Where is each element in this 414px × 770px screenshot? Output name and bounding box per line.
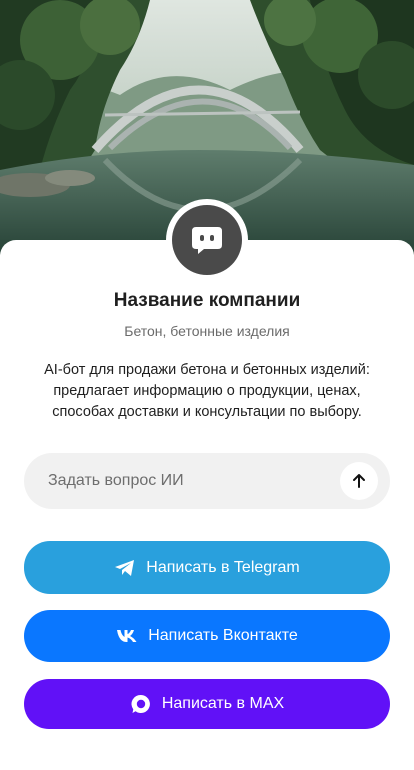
send-button[interactable] — [340, 462, 378, 500]
write-telegram-button[interactable]: Написать в Telegram — [24, 541, 390, 594]
avatar — [166, 199, 248, 281]
ask-ai-box — [24, 453, 390, 509]
telegram-icon — [114, 559, 136, 577]
company-name: Название компании — [113, 290, 301, 311]
write-vk-button[interactable]: Написать Вконтакте — [24, 610, 390, 662]
write-max-button[interactable]: Написать в MAX — [24, 679, 390, 729]
company-description: AI-бот для продажи бетона и бетонных изд… — [44, 362, 370, 420]
company-subtitle: Бетон, бетонные изделия — [124, 323, 290, 339]
write-telegram-label: Написать в Telegram — [146, 558, 300, 576]
chat-bot-icon — [172, 205, 242, 275]
write-vk-label: Написать Вконтакте — [148, 627, 298, 644]
max-icon — [130, 693, 152, 715]
write-max-label: Написать в MAX — [161, 695, 285, 712]
arrow-up-icon — [351, 473, 367, 489]
vk-icon — [116, 629, 138, 643]
ask-ai-input[interactable] — [24, 453, 324, 509]
